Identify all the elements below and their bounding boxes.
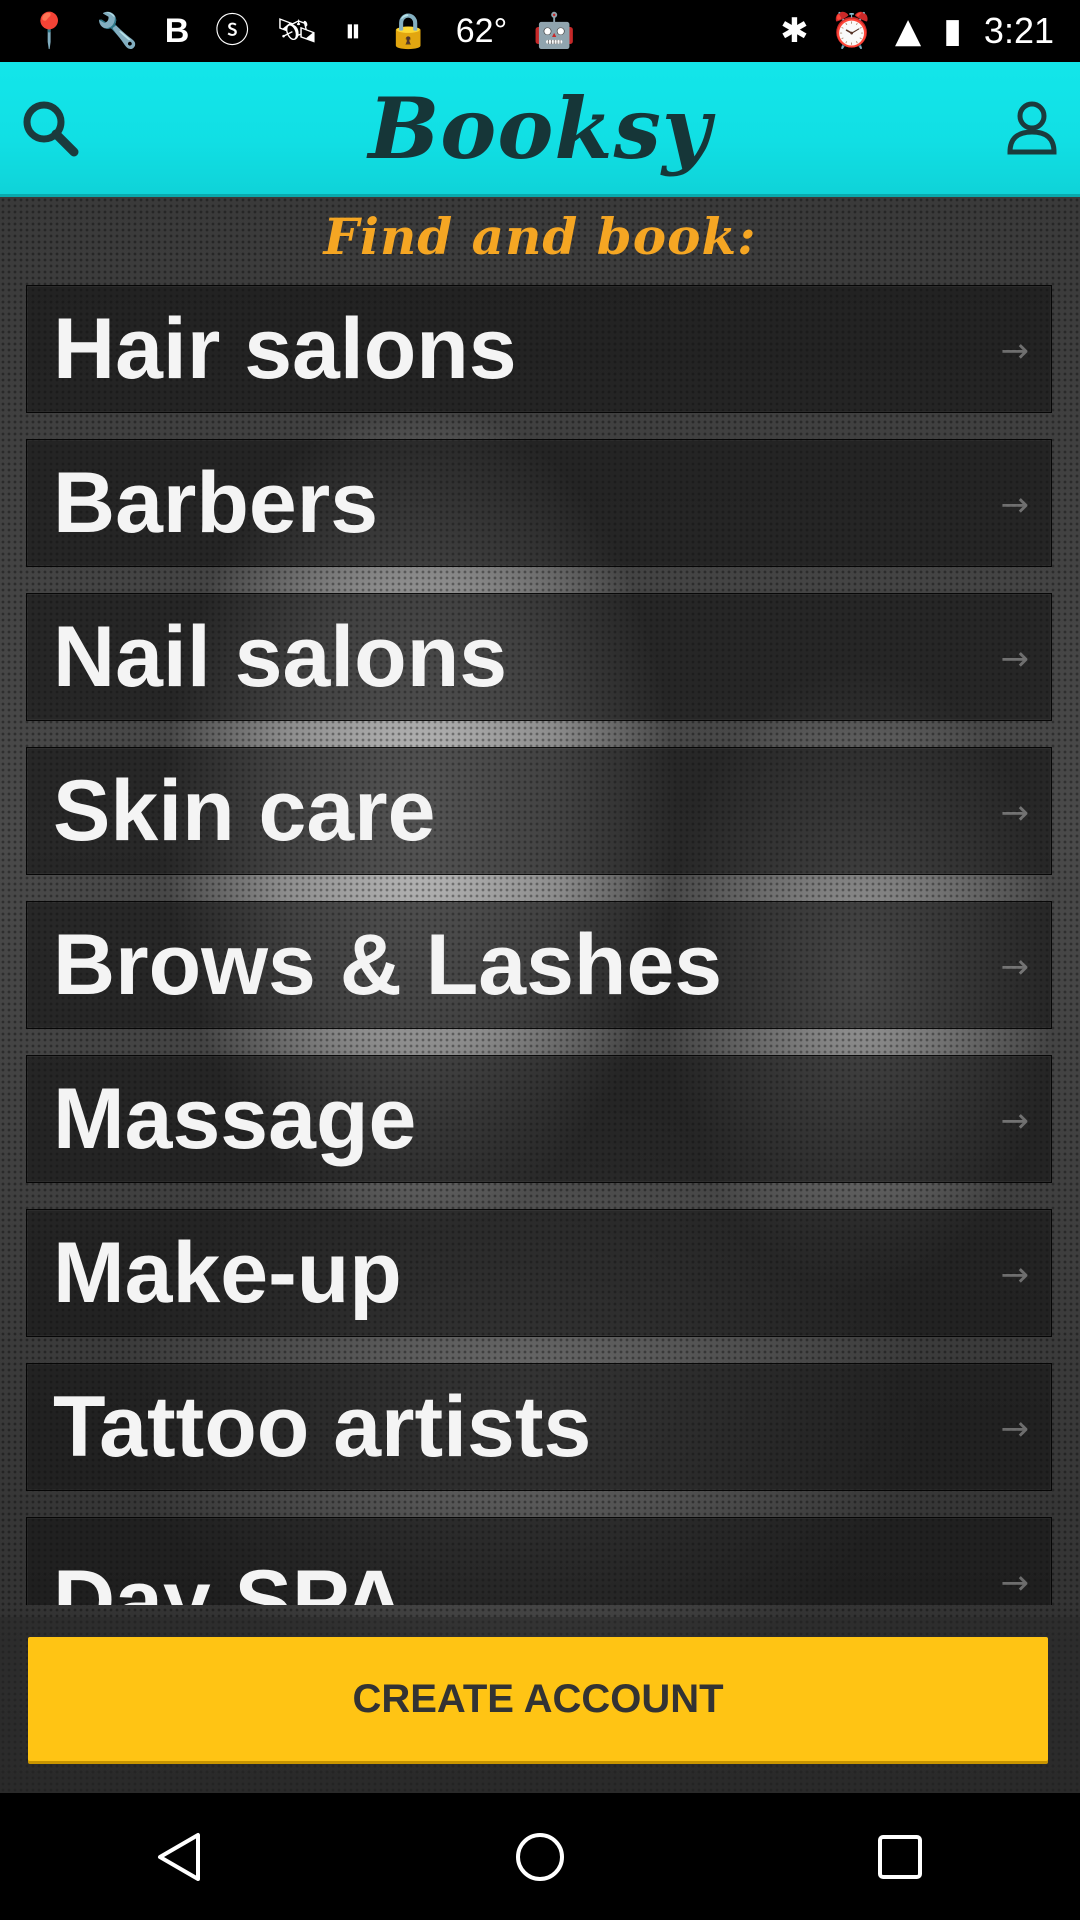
footer-bar: CREATE ACCOUNT [0,1617,1080,1793]
back-icon [158,1832,200,1881]
arrow-right-icon: → [1000,485,1030,525]
wrench-icon: 🔧 [96,11,139,51]
profile-icon [1007,101,1057,155]
main-content: Find and book: Hair salons → Barbers → N… [0,197,1080,1793]
app-bar: Booksy [0,62,1080,197]
profile-button[interactable] [990,86,1074,170]
signal-icon: ▲ [895,11,922,51]
arrow-right-icon: → [1000,1101,1030,1141]
search-button[interactable] [8,86,92,170]
create-account-button[interactable]: CREATE ACCOUNT [28,1637,1048,1761]
clock: 3:21 [983,10,1054,51]
category-item-hair-salons[interactable]: Hair salons → [26,285,1052,413]
category-label: Make-up [53,1224,402,1321]
recents-button[interactable] [840,1807,960,1907]
category-label: Day SPA [53,1552,406,1606]
home-button[interactable] [480,1807,600,1907]
bluetooth-icon: ✱ [780,11,809,51]
arrow-right-icon: → [1000,639,1030,679]
system-nav-bar [0,1793,1080,1920]
arrow-right-icon: → [1000,1409,1030,1449]
category-item-brows-lashes[interactable]: Brows & Lashes → [26,901,1052,1029]
tagline: Find and book: [323,207,757,266]
arrow-right-icon: → [1000,1255,1030,1295]
arrow-right-icon: → [1000,793,1030,833]
category-label: Tattoo artists [53,1378,592,1475]
category-list: Hair salons → Barbers → Nail salons → Sk… [26,285,1052,1605]
category-label: Barbers [53,454,379,551]
script-icon: ⓢ [215,11,250,51]
back-button[interactable] [120,1807,240,1907]
category-item-skin-care[interactable]: Skin care → [26,747,1052,875]
category-label: Brows & Lashes [53,916,723,1013]
bold-b-icon: B [164,12,190,50]
pause-circle-icon: ⏸ [344,11,362,51]
category-item-massage[interactable]: Massage → [26,1055,1052,1183]
category-item-nail-salons[interactable]: Nail salons → [26,593,1052,721]
lock-icon: 🔒 [387,11,430,51]
category-item-day-spa[interactable]: Day SPA → [26,1517,1052,1605]
android-icon: 🤖 [533,11,576,51]
category-label: Hair salons [53,300,517,397]
home-icon [516,1832,564,1881]
category-label: Nail salons [53,608,508,705]
category-label: Massage [53,1070,417,1167]
app-logo: Booksy [368,78,712,178]
pin-icon: 📍 [28,11,71,51]
search-icon [23,101,79,157]
category-item-make-up[interactable]: Make-up → [26,1209,1052,1337]
battery-icon: ▮ [943,11,962,51]
category-label: Skin care [53,762,436,859]
recents-icon [878,1834,922,1879]
category-item-tattoo-artists[interactable]: Tattoo artists → [26,1363,1052,1491]
status-bar: 📍 🔧 B ⓢ 🛰 ⏸ 🔒 62° 🤖 ✱ ⏰ ▲ ▮ 3:21 [0,0,1080,62]
arrow-right-icon: → [1000,331,1030,371]
arrow-right-icon: → [1000,947,1030,987]
alarm-icon: ⏰ [830,11,874,51]
arrow-right-icon: → [1000,1563,1030,1603]
category-item-barbers[interactable]: Barbers → [26,439,1052,567]
temperature: 62° [455,11,508,50]
fake-gps-icon: 🛰 [275,11,319,51]
